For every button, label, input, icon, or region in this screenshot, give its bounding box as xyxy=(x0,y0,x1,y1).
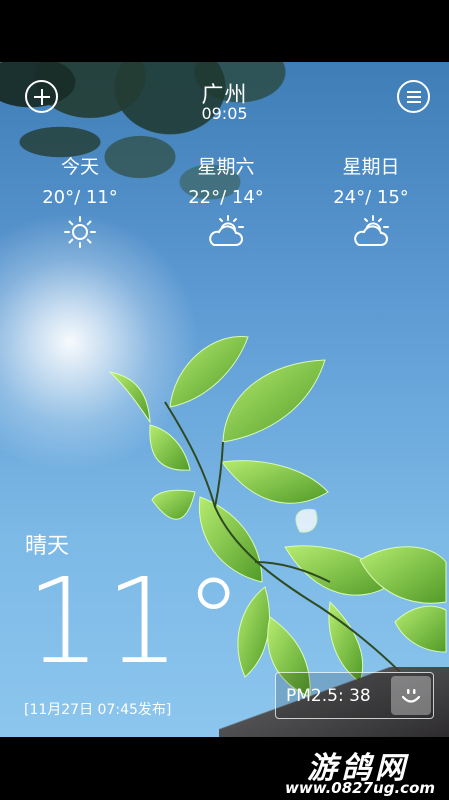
menu-icon xyxy=(406,90,421,103)
pm25-value: PM2.5: 38 xyxy=(286,685,371,706)
forecast-day-name: 星期六 xyxy=(197,156,255,178)
forecast-temp-range: 22°/ 14° xyxy=(188,187,264,208)
forecast-day[interactable]: 今天 20°/ 11° xyxy=(20,152,140,248)
forecast-temp-range: 24°/ 15° xyxy=(333,187,409,208)
current-temperature: 11° xyxy=(26,552,248,690)
partly-cloudy-icon xyxy=(311,214,431,248)
air-quality-face-button[interactable] xyxy=(391,676,431,715)
weather-screen: 广州 09:05 今天 20°/ 11° 星期六 22°/ 14° 星期日 24… xyxy=(0,62,449,737)
sunny-icon xyxy=(20,214,140,248)
current-time: 09:05 xyxy=(201,104,248,123)
forecast-day-name: 今天 xyxy=(60,156,99,178)
forecast-day[interactable]: 星期六 22°/ 14° xyxy=(166,152,286,248)
air-quality-panel[interactable]: PM2.5: 38 xyxy=(275,672,434,719)
forecast-day[interactable]: 星期日 24°/ 15° xyxy=(311,152,431,248)
forecast-temp-range: 20°/ 11° xyxy=(42,187,118,208)
menu-button[interactable] xyxy=(397,80,430,113)
watermark-bar: 游鸽网 www.0827ug.com xyxy=(0,737,449,800)
watermark-url: www.0827ug.com xyxy=(285,779,435,797)
partly-cloudy-icon xyxy=(166,214,286,248)
publish-time: [11月27日 07:45发布] xyxy=(24,702,172,718)
forecast-day-name: 星期日 xyxy=(342,156,400,178)
smiley-icon xyxy=(401,688,421,703)
